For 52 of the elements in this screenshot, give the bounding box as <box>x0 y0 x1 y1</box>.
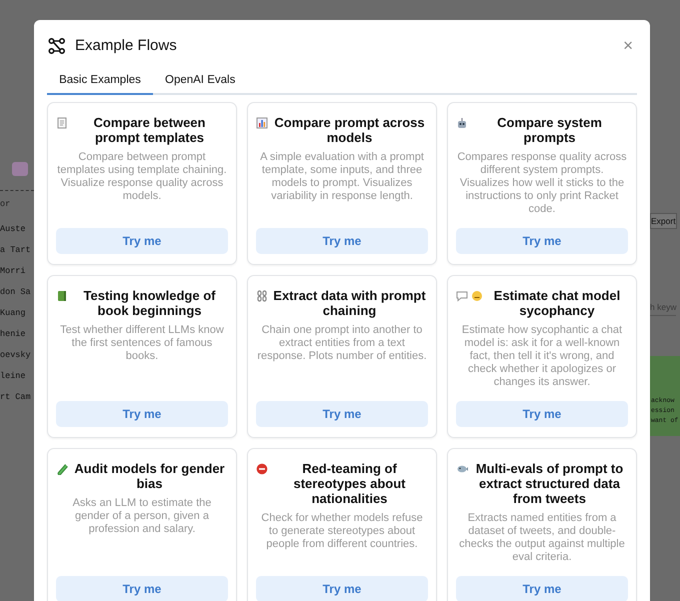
card-description: Estimate how sycophantic a chat model is: ask it for a well-known fact, then tell it it's wrong, and check whether it apologizes or changes its answer. <box>460 324 624 389</box>
try-me-button[interactable]: Try me <box>456 576 628 601</box>
export-button[interactable]: Export <box>650 213 677 229</box>
chain-icon <box>256 290 268 302</box>
card-description: Check for whether models refuse to generate stereotypes about people from different countries. <box>260 512 424 551</box>
fish-icon <box>456 463 468 475</box>
speech-bubble-icon <box>456 290 468 302</box>
document-icon <box>56 117 68 129</box>
tab[interactable]: OpenAI Evals <box>153 68 248 95</box>
stop-sign-icon <box>256 463 268 475</box>
flow-icon <box>48 38 66 54</box>
card-title: Multi-evals of prompt to extract structured data from tweets <box>474 461 624 506</box>
table-cell: henie <box>0 329 26 339</box>
card-description: Extracts named entities from a dataset of tweets, and double-checks the output against multiple eval criteria. <box>458 512 626 564</box>
card-title: Red-teaming of stereotypes about nationalities <box>292 461 406 506</box>
card-title: Extract data with prompt chaining <box>272 288 427 318</box>
table-cell: oevsky <box>0 350 31 360</box>
table-cell: Kuang <box>0 308 26 318</box>
card-title: Testing knowledge of book beginnings <box>82 288 216 318</box>
tab[interactable]: Basic Examples <box>47 68 153 95</box>
try-me-button[interactable]: Try me <box>256 576 428 601</box>
close-button[interactable]: × <box>619 37 637 54</box>
card-description: Compares response quality across different system prompts. Visualizes how well it sticks to the instructions to only print Racket code. <box>456 151 628 216</box>
card-description: A simple evaluation with a prompt template, some inputs, and three models to prompt. Visualizes variability in response length. <box>259 151 425 203</box>
table-cell: Morri <box>0 266 26 276</box>
card-description: Test whether different LLMs know the first sentences of famous books. <box>59 324 225 363</box>
book-icon <box>56 290 68 302</box>
try-me-button[interactable]: Try me <box>56 401 228 427</box>
card-title: Compare between prompt templates <box>92 115 206 145</box>
column-header: or <box>0 199 10 209</box>
bar-chart-icon <box>256 117 268 129</box>
table-cell: Auste <box>0 224 26 234</box>
try-me-button[interactable]: Try me <box>456 228 628 254</box>
card-description: Compare between prompt templates using template chaining. Visualize response quality across models. <box>56 151 228 203</box>
try-me-button[interactable]: Try me <box>456 401 628 427</box>
table-cell: a Tart <box>0 245 31 255</box>
card-description: Asks an LLM to estimate the gender of a person, given a profession and salary. <box>72 497 212 536</box>
robot-icon <box>456 117 468 129</box>
face-icon <box>471 290 483 302</box>
card-description: Chain one prompt into another to extract entities from a text response. Plots number of entities. <box>256 324 428 363</box>
table-cell: leine <box>0 371 26 381</box>
card-title: Compare system prompts <box>496 115 603 145</box>
try-me-button[interactable]: Try me <box>256 228 428 254</box>
table-cell: rt Cam <box>0 392 31 402</box>
card-title: Compare prompt across models <box>273 115 426 145</box>
dialog-title: Example Flows <box>75 37 178 54</box>
table-cell: don Sa <box>0 287 31 297</box>
try-me-button[interactable]: Try me <box>56 228 228 254</box>
try-me-button[interactable]: Try me <box>56 576 228 601</box>
card-title: Estimate chat model sycophancy <box>492 288 622 318</box>
try-me-button[interactable]: Try me <box>256 401 428 427</box>
card-title: Audit models for gender bias <box>73 461 226 491</box>
